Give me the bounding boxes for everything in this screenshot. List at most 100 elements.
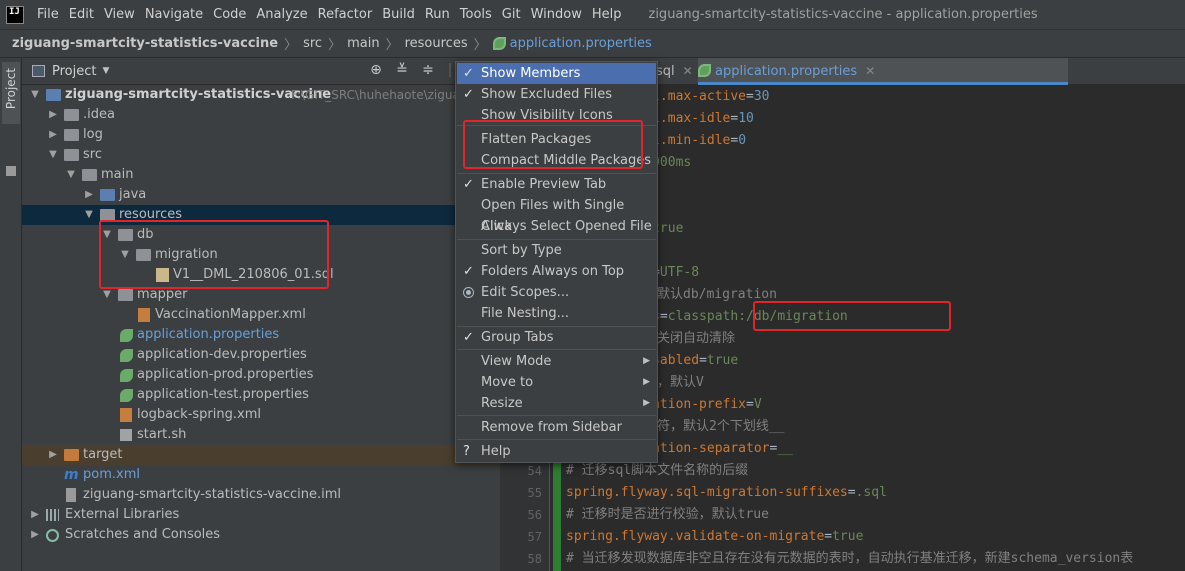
menu-item-edit-scopes[interactable]: Edit Scopes... <box>457 282 656 303</box>
menu-item-help[interactable]: ? Help <box>457 441 656 462</box>
menu-item-show-members[interactable]: ✓ Show Members <box>457 63 656 84</box>
menu-item-sort-by-type[interactable]: Sort by Type <box>457 240 656 261</box>
tree-item-label: start.sh <box>137 427 187 442</box>
breadcrumb-src[interactable]: src <box>303 36 322 51</box>
menu-item-label: Show Visibility Icons <box>481 108 613 123</box>
tree-row-external-libraries[interactable]: ▶ External Libraries <box>22 505 500 525</box>
spring-leaf-icon <box>120 389 133 402</box>
chevron-right-icon[interactable]: ▶ <box>48 125 58 145</box>
chevron-down-icon[interactable]: ▼ <box>120 245 130 265</box>
close-icon[interactable]: ✕ <box>865 64 875 78</box>
tree-row-main[interactable]: ▼ main <box>22 165 500 185</box>
project-tool-label[interactable]: Project <box>4 68 18 109</box>
menu-item-open-files-with-single-click[interactable]: Open Files with Single Click <box>457 195 656 234</box>
tree-row-src[interactable]: ▼ src <box>22 145 500 165</box>
intellij-logo-icon: IJ <box>6 5 24 24</box>
chevron-right-icon[interactable]: ▶ <box>30 505 40 525</box>
menu-item-always-select-opened-file[interactable]: Always Select Opened File <box>457 216 656 237</box>
menu-item-label: Show Members <box>481 66 581 81</box>
menu-analyze[interactable]: Analyze <box>251 0 312 30</box>
tree-row-sql-file[interactable]: V1__DML_210806_01.sql <box>22 265 500 285</box>
chevron-down-icon[interactable]: ▼ <box>30 85 40 105</box>
breadcrumb-main[interactable]: main <box>347 36 379 51</box>
menu-help[interactable]: Help <box>587 0 627 30</box>
close-icon[interactable]: ✕ <box>683 64 693 78</box>
tree-row-log[interactable]: ▶ log <box>22 125 500 145</box>
tree-row-application-prod[interactable]: application-prod.properties <box>22 365 500 385</box>
tree-row-idea[interactable]: ▶ .idea <box>22 105 500 125</box>
tab-sql[interactable]: sql ✕ <box>656 58 693 85</box>
menu-view[interactable]: View <box>99 0 140 30</box>
chevron-down-icon[interactable]: ▼ <box>102 66 109 76</box>
chevron-right-icon[interactable]: ▶ <box>30 525 40 545</box>
tree-row-mapper[interactable]: ▼ mapper <box>22 285 500 305</box>
tree-row-migration[interactable]: ▼ migration <box>22 245 500 265</box>
tree-row-java[interactable]: ▶ java <box>22 185 500 205</box>
tree-item-label: application-prod.properties <box>137 367 314 382</box>
sql-file-icon <box>156 268 169 282</box>
menu-item-remove-from-sidebar[interactable]: Remove from Sidebar <box>457 417 656 438</box>
chevron-down-icon[interactable]: ▼ <box>102 225 112 245</box>
menu-tools[interactable]: Tools <box>455 0 497 30</box>
tab-application-properties[interactable]: application.properties ✕ <box>698 58 1068 85</box>
chevron-right-icon[interactable]: ▶ <box>48 105 58 125</box>
collapse-all-icon[interactable]: ≚ <box>394 62 410 78</box>
menu-item-group-tabs[interactable]: ✓ Group Tabs <box>457 327 656 348</box>
chevron-down-icon[interactable]: ▼ <box>102 285 112 305</box>
menu-window[interactable]: Window <box>526 0 587 30</box>
menu-item-show-visibility-icons[interactable]: Show Visibility Icons <box>457 105 656 126</box>
tree-row-iml[interactable]: ziguang-smartcity-statistics-vaccine.iml <box>22 485 500 505</box>
checkmark-icon: ✓ <box>463 264 474 279</box>
menu-item-label: Folders Always on Top <box>481 264 625 279</box>
tree-row-target[interactable]: ▶ target <box>22 445 500 465</box>
code-token: = <box>746 89 754 104</box>
checkmark-icon: ✓ <box>463 177 474 192</box>
tree-row-logback[interactable]: logback-spring.xml <box>22 405 500 425</box>
menu-item-compact-middle-packages[interactable]: Compact Middle Packages <box>457 150 656 171</box>
tree-row-application-dev[interactable]: application-dev.properties <box>22 345 500 365</box>
menu-item-flatten-packages[interactable]: Flatten Packages <box>457 129 656 150</box>
locate-target-icon[interactable]: ⊕ <box>368 62 384 78</box>
menu-item-show-excluded-files[interactable]: ✓ Show Excluded Files <box>457 84 656 105</box>
chevron-down-icon[interactable]: ▼ <box>48 145 58 165</box>
menu-run[interactable]: Run <box>420 0 455 30</box>
tree-row-root[interactable]: ▼ ziguang-smartcity-statistics-vaccine F… <box>22 85 500 105</box>
menu-build[interactable]: Build <box>377 0 420 30</box>
menu-item-file-nesting[interactable]: File Nesting... <box>457 303 656 324</box>
menu-item-enable-preview-tab[interactable]: ✓ Enable Preview Tab <box>457 174 656 195</box>
tree-row-pom[interactable]: m pom.xml <box>22 465 500 485</box>
menu-item-folders-always-on-top[interactable]: ✓ Folders Always on Top <box>457 261 656 282</box>
project-panel-title[interactable]: Project <box>52 64 96 79</box>
tree-row-scratches[interactable]: ▶ Scratches and Consoles <box>22 525 500 545</box>
chevron-right-icon[interactable]: ▶ <box>84 185 94 205</box>
checkmark-icon: ✓ <box>463 330 474 345</box>
chevron-down-icon[interactable]: ▼ <box>84 205 94 225</box>
menu-item-resize[interactable]: Resize ▶ <box>457 393 656 414</box>
menu-navigate[interactable]: Navigate <box>140 0 208 30</box>
menu-file[interactable]: File <box>32 0 64 30</box>
spring-leaf-icon <box>120 369 133 382</box>
breadcrumb-project[interactable]: ziguang-smartcity-statistics-vaccine <box>12 36 278 51</box>
tree-row-resources[interactable]: ▼ resources <box>22 205 500 225</box>
code-line: # 当迁移发现数据库非空且存在没有元数据的表时，自动执行基准迁移，新建schem… <box>566 548 1133 570</box>
menu-item-move-to[interactable]: Move to ▶ <box>457 372 656 393</box>
tree-row-application-properties[interactable]: application.properties <box>22 325 500 345</box>
chevron-down-icon[interactable]: ▼ <box>66 165 76 185</box>
code-line: # 迁移sql脚本文件名称的后缀 <box>566 460 748 482</box>
spring-leaf-icon <box>492 37 506 50</box>
breadcrumb-file[interactable]: application.properties <box>510 36 652 51</box>
expand-all-icon[interactable]: ≑ <box>420 62 436 78</box>
radio-icon <box>463 287 474 298</box>
chevron-right-icon[interactable]: ▶ <box>48 445 58 465</box>
tree-row-start-sh[interactable]: start.sh <box>22 425 500 445</box>
structure-icon[interactable] <box>6 166 16 176</box>
menu-edit[interactable]: Edit <box>64 0 99 30</box>
tree-row-db[interactable]: ▼ db <box>22 225 500 245</box>
menu-item-view-mode[interactable]: View Mode ▶ <box>457 351 656 372</box>
breadcrumb-resources[interactable]: resources <box>405 36 468 51</box>
menu-refactor[interactable]: Refactor <box>313 0 378 30</box>
menu-git[interactable]: Git <box>497 0 526 30</box>
tree-row-application-test[interactable]: application-test.properties <box>22 385 500 405</box>
tree-row-mapper-xml[interactable]: VaccinationMapper.xml <box>22 305 500 325</box>
menu-code[interactable]: Code <box>208 0 251 30</box>
